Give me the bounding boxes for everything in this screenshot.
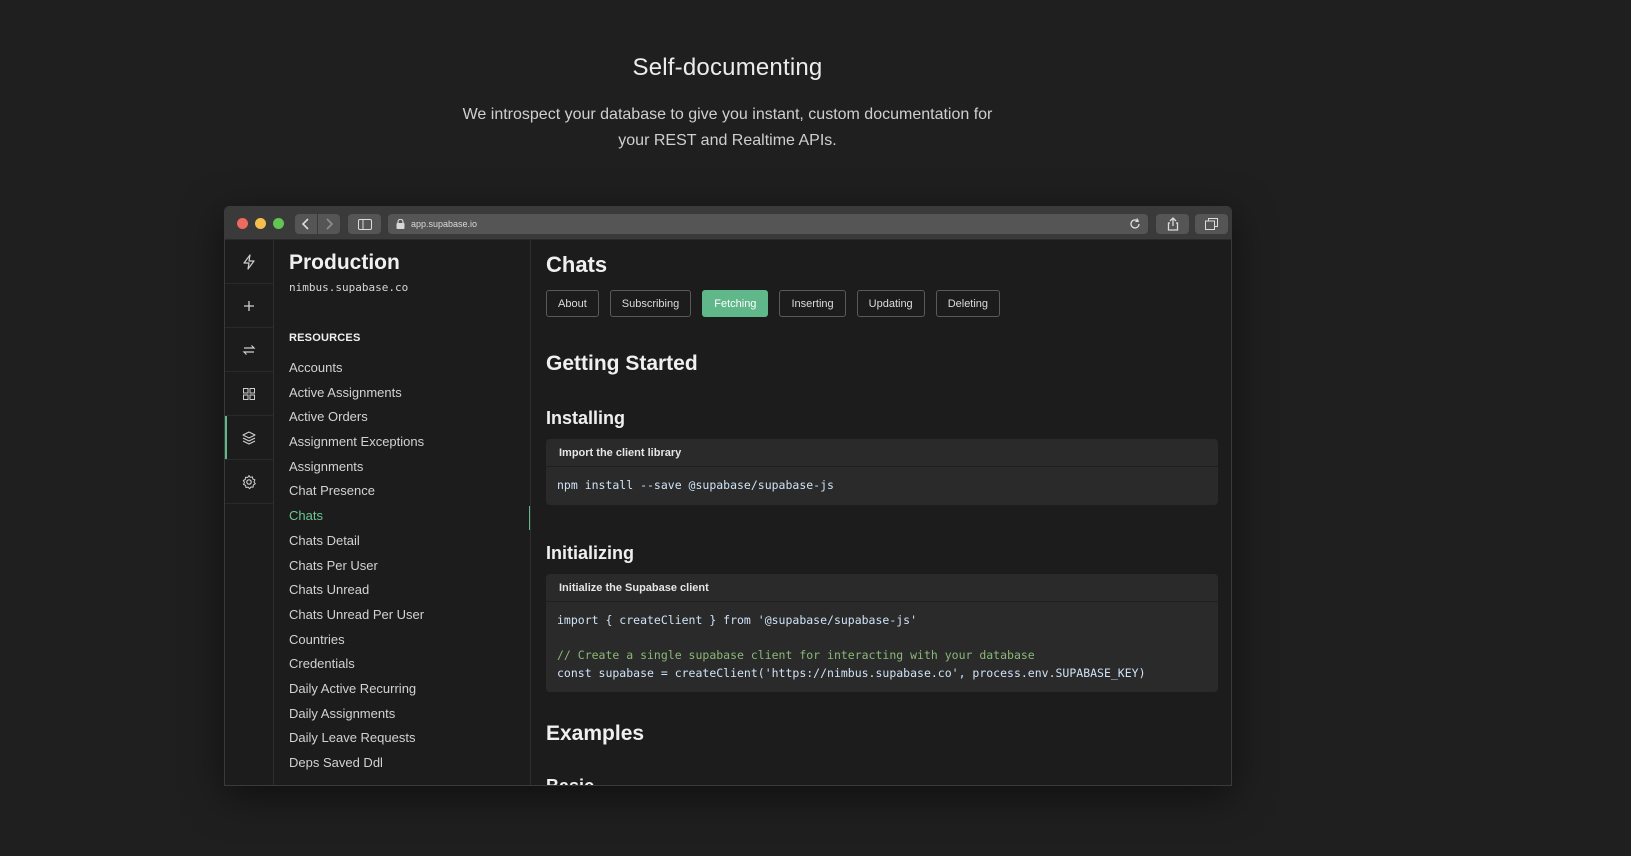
lock-icon [396, 219, 405, 229]
back-icon [301, 218, 309, 230]
resource-item-deps-saved-ddl[interactable]: Deps Saved Ddl [289, 751, 530, 776]
page-title: Chats [546, 252, 608, 277]
tab-deleting[interactable]: Deleting [935, 290, 1001, 317]
code-const-line: const supabase = createClient('https://n… [557, 665, 1146, 680]
browser-window: app.supabase.io Production nimbus.supaba… [224, 206, 1232, 786]
forward-button[interactable] [318, 214, 340, 234]
project-name: Production [289, 251, 400, 274]
resource-item-countries[interactable]: Countries [289, 628, 530, 653]
url-text: app.supabase.io [411, 219, 478, 229]
code-comment-line: // Create a single supabase client for i… [557, 648, 1035, 662]
tab-subscribing[interactable]: Subscribing [609, 290, 692, 317]
maximize-window-button[interactable] [273, 218, 284, 229]
rail-add-button[interactable] [225, 284, 273, 328]
project-host: nimbus.supabase.co [289, 281, 409, 294]
layers-icon [242, 430, 256, 445]
back-button[interactable] [295, 214, 317, 234]
minimize-window-button[interactable] [255, 218, 266, 229]
resource-item-chats-unread[interactable]: Chats Unread [289, 578, 530, 603]
initializing-heading: Initializing [546, 543, 634, 563]
resource-item-active-orders[interactable]: Active Orders [289, 405, 530, 430]
close-window-button[interactable] [237, 218, 248, 229]
sidebar-icon [357, 218, 372, 230]
reload-icon[interactable] [1128, 217, 1142, 231]
rail-home-button[interactable] [225, 240, 273, 284]
gear-icon [242, 474, 256, 489]
resource-item-chats-per-user[interactable]: Chats Per User [289, 554, 530, 579]
app-body: Production nimbus.supabase.co RESOURCES … [225, 240, 1231, 785]
resources-heading: RESOURCES [289, 332, 361, 344]
plus-icon [244, 300, 254, 311]
resource-item-chats-detail[interactable]: Chats Detail [289, 529, 530, 554]
share-button[interactable] [1156, 214, 1189, 234]
grid-icon [243, 387, 255, 400]
hero-subtitle: We introspect your database to give you … [462, 106, 993, 149]
resource-list: Accounts Active Assignments Active Order… [289, 356, 530, 776]
resource-item-chats[interactable]: Chats [289, 504, 530, 529]
examples-heading: Examples [546, 722, 645, 745]
rail-settings-button[interactable] [225, 460, 273, 504]
icon-rail [225, 240, 274, 785]
resource-item-assignment-exceptions[interactable]: Assignment Exceptions [289, 430, 530, 455]
resource-item-daily-leave-requests[interactable]: Daily Leave Requests [289, 726, 530, 751]
rail-docs-button[interactable] [225, 416, 273, 460]
sidebar-toggle-button[interactable] [348, 214, 381, 234]
install-code-block: Import the client library npm install --… [546, 439, 1218, 505]
resource-item-daily-active-recurring[interactable]: Daily Active Recurring [289, 677, 530, 702]
resource-item-chat-presence[interactable]: Chat Presence [289, 479, 530, 504]
tab-fetching[interactable]: Fetching [702, 290, 769, 317]
tabs-icon [1205, 218, 1218, 230]
code-import-line: import { createClient } from '@supabase/… [557, 613, 918, 627]
resource-sidebar: Production nimbus.supabase.co RESOURCES … [274, 240, 531, 785]
tab-inserting[interactable]: Inserting [779, 290, 846, 317]
getting-started-heading: Getting Started [546, 352, 698, 375]
basic-heading: Basic [546, 776, 594, 785]
share-icon [1167, 217, 1178, 231]
tab-about[interactable]: About [546, 290, 599, 317]
init-code-block: Initialize the Supabase client import { … [546, 574, 1218, 692]
resource-item-daily-assignments[interactable]: Daily Assignments [289, 702, 530, 727]
resource-item-accounts[interactable]: Accounts [289, 356, 530, 381]
resource-item-chats-unread-per-user[interactable]: Chats Unread Per User [289, 603, 530, 628]
browser-titlebar: app.supabase.io [225, 207, 1231, 240]
forward-icon [326, 218, 334, 230]
install-command: npm install --save @supabase/supabase-js [557, 478, 834, 492]
installing-heading: Installing [546, 408, 626, 428]
resource-item-assignments[interactable]: Assignments [289, 455, 530, 480]
install-code[interactable]: npm install --save @supabase/supabase-js [546, 467, 1218, 505]
address-bar[interactable]: app.supabase.io [388, 214, 1148, 234]
resource-item-active-assignments[interactable]: Active Assignments [289, 381, 530, 406]
docs-tabs: About Subscribing Fetching Inserting Upd… [546, 290, 1001, 317]
rail-grid-button[interactable] [225, 372, 273, 416]
tabs-overview-button[interactable] [1195, 214, 1228, 234]
docs-content: Chats About Subscribing Fetching Inserti… [531, 240, 1231, 785]
init-code[interactable]: import { createClient } from '@supabase/… [546, 602, 1218, 692]
init-code-title: Initialize the Supabase client [546, 574, 1218, 602]
lightning-icon [243, 253, 255, 270]
hero-title: Self-documenting [632, 54, 823, 81]
rail-sync-button[interactable] [225, 328, 273, 372]
resource-item-credentials[interactable]: Credentials [289, 652, 530, 677]
sync-icon [242, 344, 256, 355]
install-code-title: Import the client library [546, 439, 1218, 467]
tab-updating[interactable]: Updating [856, 290, 925, 317]
